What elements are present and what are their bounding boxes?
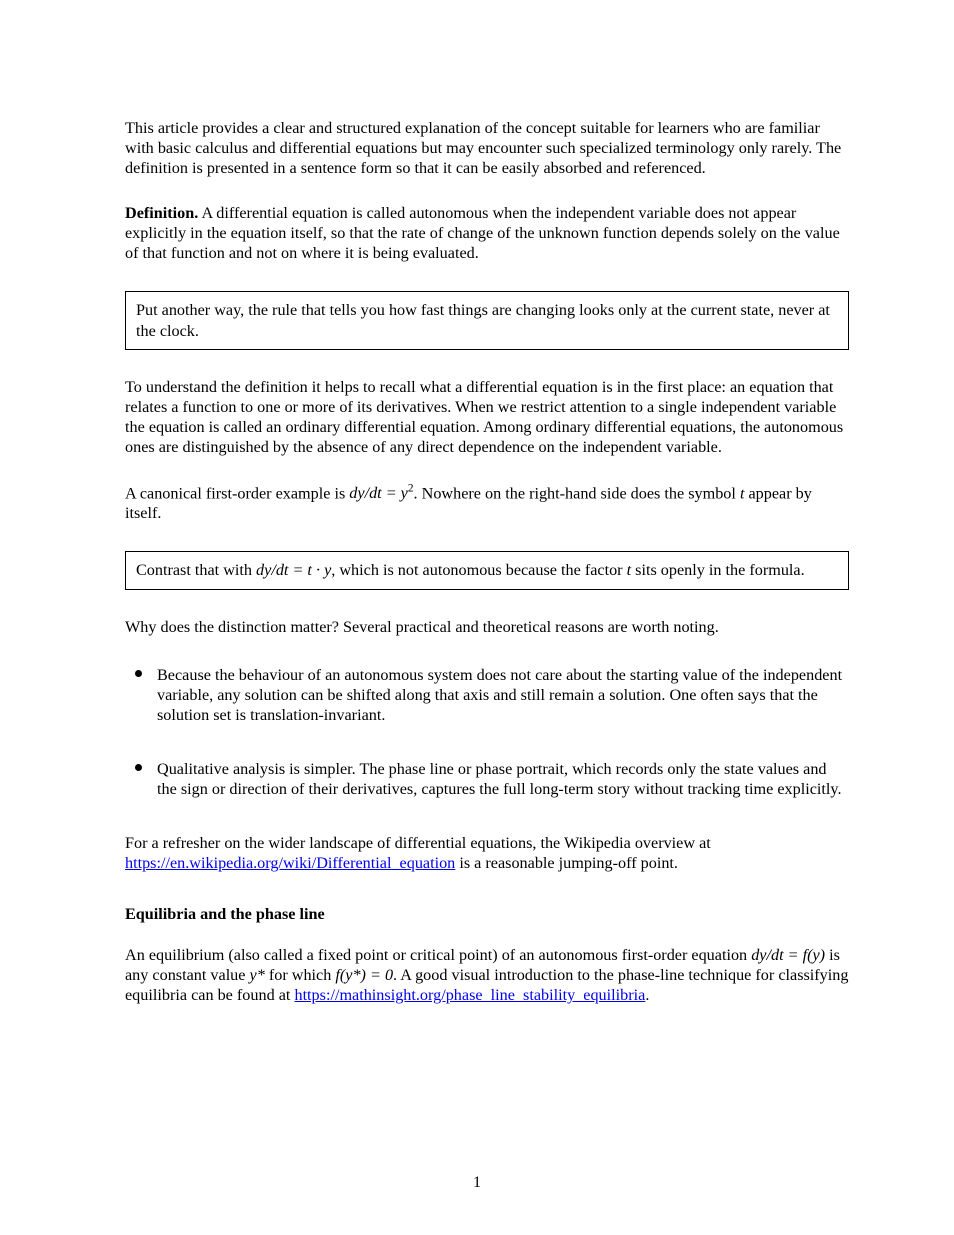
definition-body: A differential equation is called autono…	[125, 204, 840, 262]
wikipedia-link[interactable]: https://en.wikipedia.org/wiki/Differenti…	[125, 854, 455, 872]
example-suffix: . Nowhere on the right-hand side does th…	[414, 484, 740, 502]
contrast-equation: dy/dt = t · y	[256, 561, 331, 579]
equilibria-eq3: f(y*) = 0	[335, 966, 393, 984]
example-equation: dy/dt = y2	[349, 484, 413, 502]
why-matters-paragraph: Why does the distinction matter? Several…	[125, 617, 849, 637]
list-item: Qualitative analysis is simpler. The pha…	[157, 759, 849, 799]
equilibria-paragraph: An equilibrium (also called a fixed poin…	[125, 945, 849, 1005]
contrast-mid: , which is not autonomous because the fa…	[331, 561, 626, 579]
list-item: Because the behaviour of an autonomous s…	[157, 665, 849, 725]
mathinsight-link[interactable]: https://mathinsight.org/phase_line_stabi…	[294, 986, 645, 1004]
refresher-prefix: For a refresher on the wider landscape o…	[125, 834, 711, 852]
callout-box-1-text: Put another way, the rule that tells you…	[136, 301, 830, 339]
equilibria-prefix: An equilibrium (also called a fixed poin…	[125, 946, 751, 964]
page-number: 1	[0, 1173, 954, 1193]
contrast-prefix: Contrast that with	[136, 561, 256, 579]
reasons-list: Because the behaviour of an autonomous s…	[125, 665, 849, 799]
example-paragraph: A canonical first-order example is dy/dt…	[125, 482, 849, 524]
intro-paragraph-1: This article provides a clear and struct…	[125, 118, 849, 178]
refresher-suffix: is a reasonable jumping-off point.	[455, 854, 678, 872]
definition-paragraph: Definition. A differential equation is c…	[125, 203, 849, 263]
definition-label: Definition.	[125, 204, 198, 222]
equilibria-mid2: for which	[265, 966, 336, 984]
refresher-paragraph: For a refresher on the wider landscape o…	[125, 833, 849, 873]
contrast-suffix: sits openly in the formula.	[631, 561, 805, 579]
example-prefix: A canonical first-order example is	[125, 484, 349, 502]
equilibria-end: .	[645, 986, 649, 1004]
callout-box-1: Put another way, the rule that tells you…	[125, 291, 849, 349]
callout-box-2: Contrast that with dy/dt = t · y, which …	[125, 551, 849, 589]
intro-paragraph-2: To understand the definition it helps to…	[125, 377, 849, 457]
equilibria-eq2: y*	[250, 966, 265, 984]
section-heading-equilibria: Equilibria and the phase line	[125, 904, 849, 924]
equilibria-eq1: dy/dt = f(y)	[751, 946, 825, 964]
